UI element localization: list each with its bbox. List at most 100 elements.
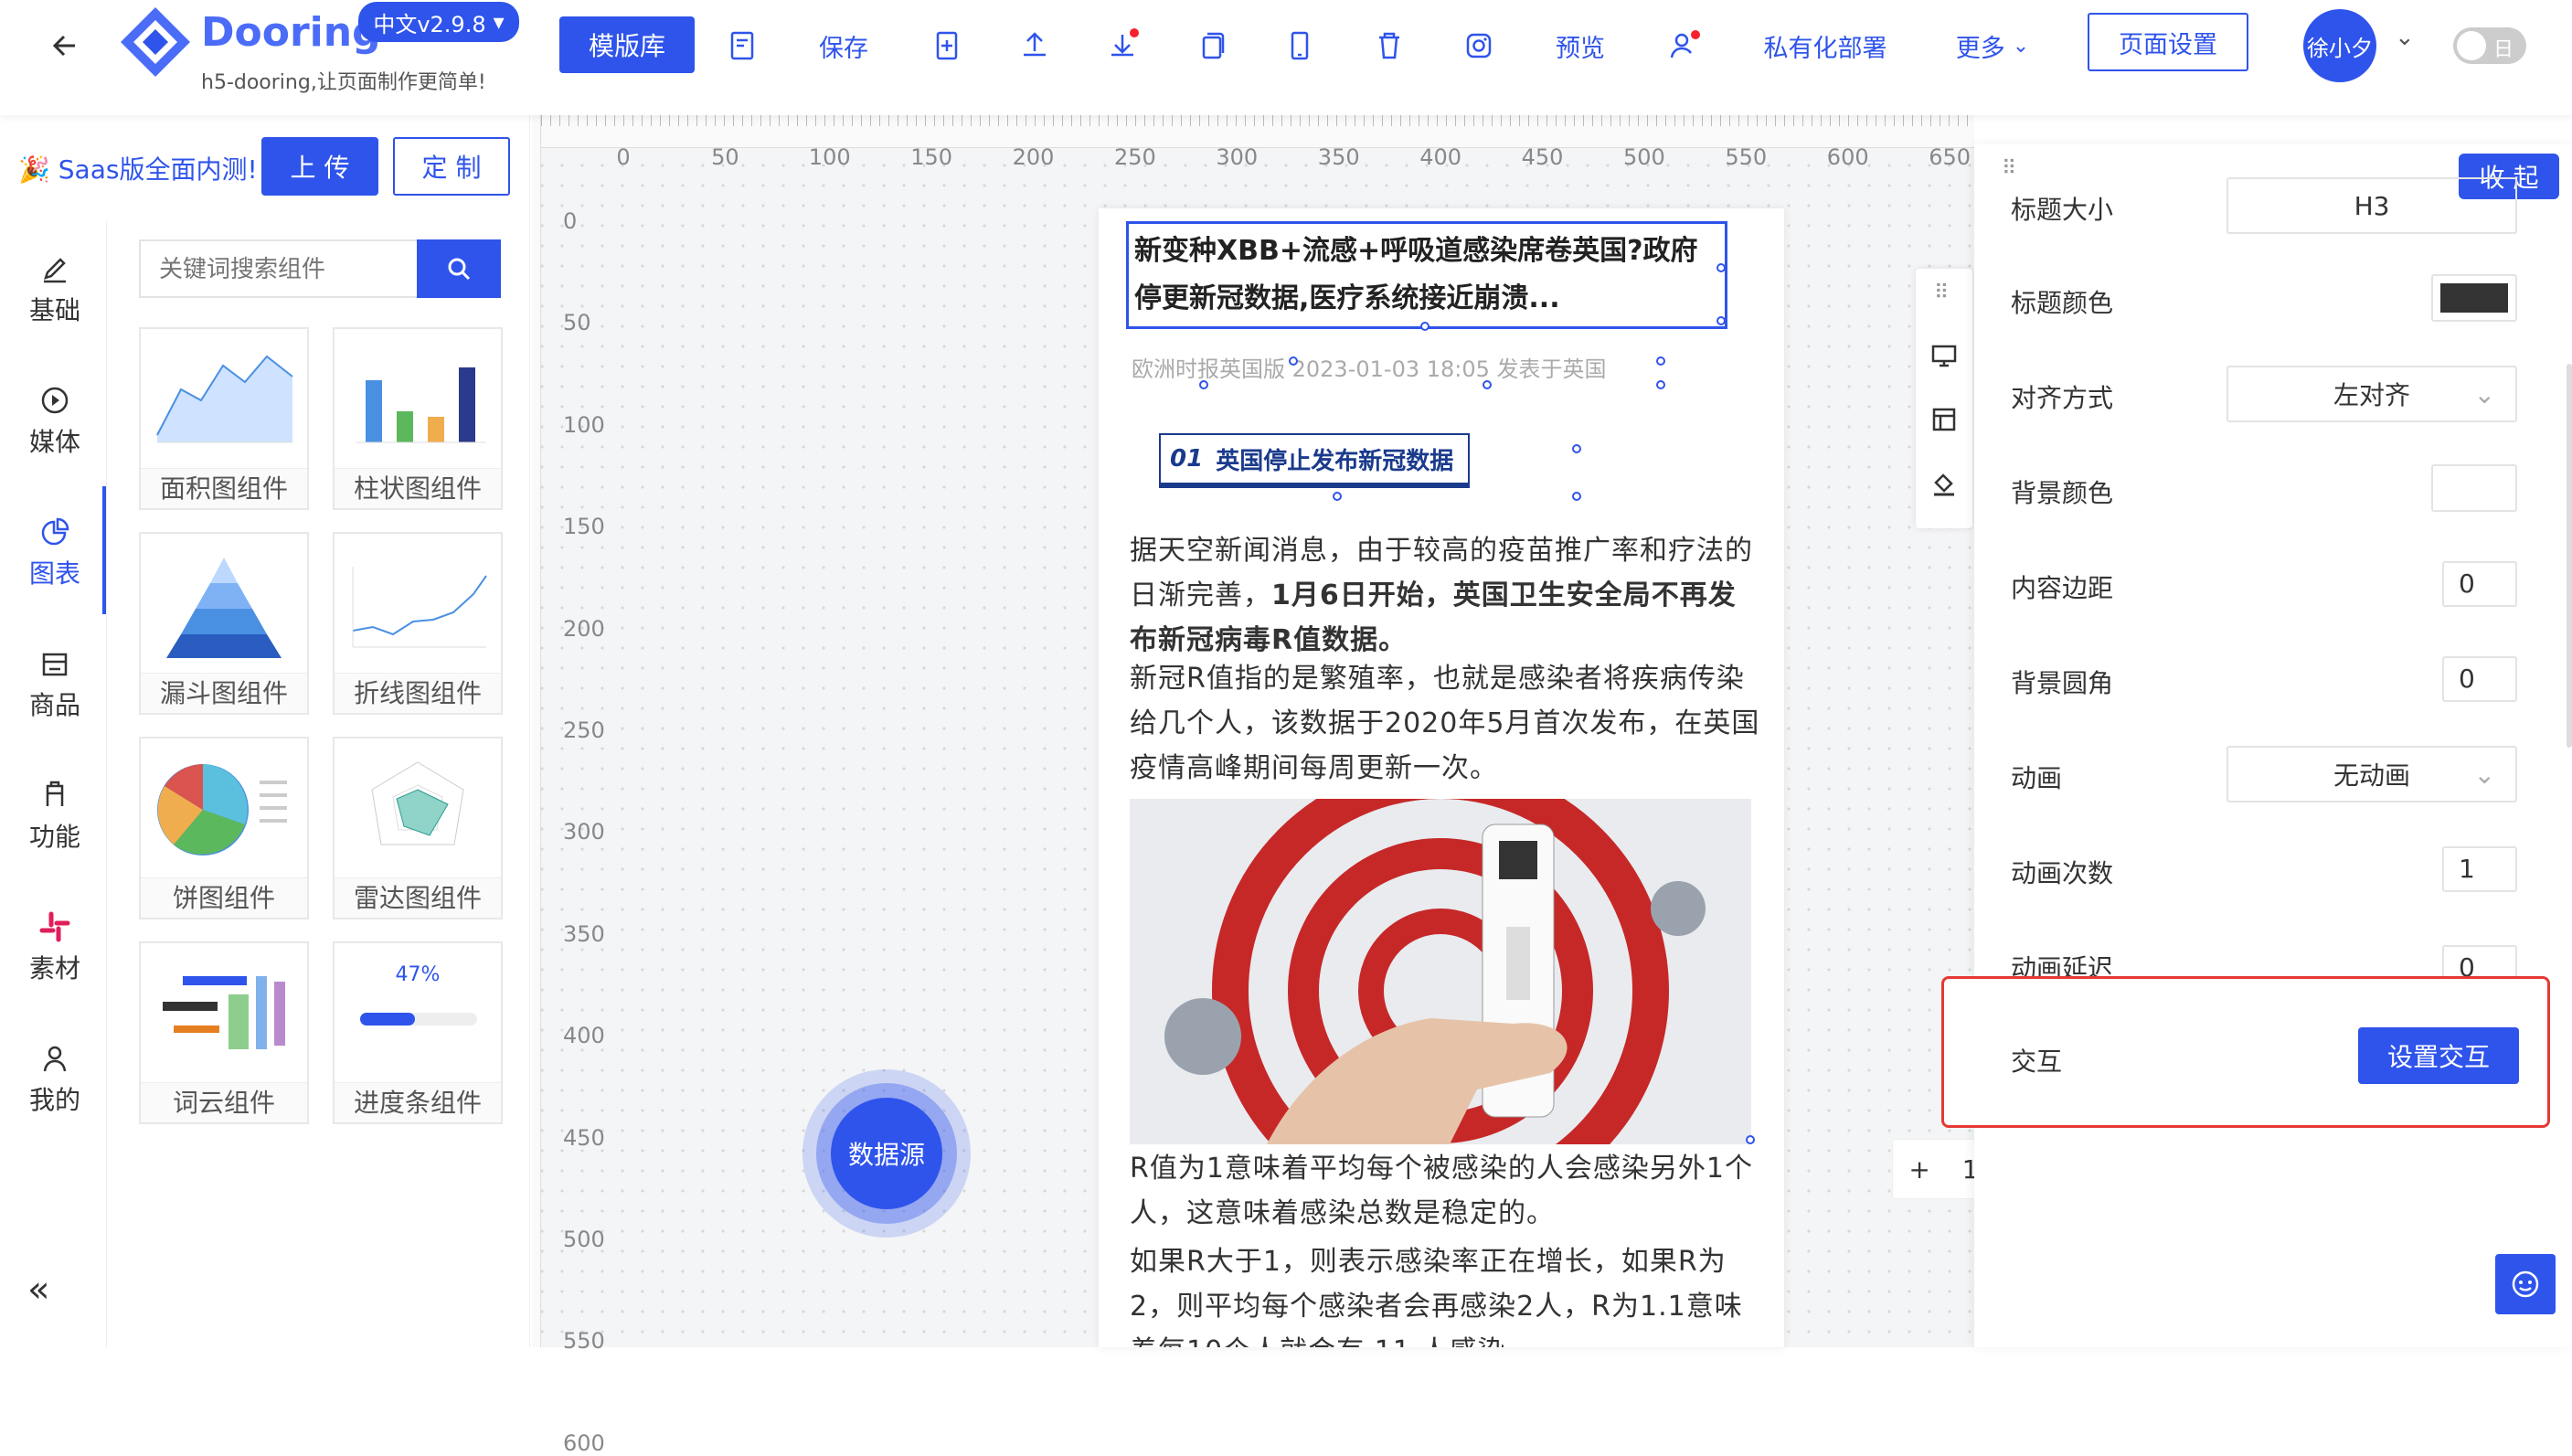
sidebar-item-function[interactable]: 功能 [13,779,97,888]
sidebar-label: 我的 [28,1085,80,1115]
file-code-icon[interactable] [724,27,760,64]
component-card-line-chart[interactable]: 折线图组件 [333,532,503,715]
sidebar-item-mine[interactable]: 我的 [13,1042,97,1152]
user-avatar[interactable]: 徐小夕 [2303,9,2376,82]
copy-icon[interactable] [1194,27,1230,64]
animation-label: 动画 [2011,763,2063,793]
ruler-tick-label: 50 [711,144,739,170]
save-button[interactable]: 保存 [812,24,876,68]
align-select[interactable]: 左对齐 ⌄ [2227,366,2517,422]
more-menu[interactable]: 更多 ⌄ [1947,24,2038,68]
component-card-bar-chart[interactable]: 柱状图组件 [333,327,503,510]
line-chart-preview [352,567,487,648]
scrollbar[interactable] [2567,364,2572,748]
component-card-area-chart[interactable]: 面积图组件 [139,327,309,510]
private-deploy-button[interactable]: 私有化部署 [1757,24,1894,68]
zoom-in-button[interactable]: + [1908,1154,1929,1185]
test-kit-image[interactable] [1130,799,1751,1144]
sidebar-label: 商品 [28,690,80,720]
ruler-tick-label: 300 [563,819,605,845]
ruler-tick-label: 450 [1521,144,1564,170]
slogan: h5-dooring,让页面制作更简单! [201,71,486,94]
file-add-icon[interactable] [929,27,965,64]
ruler-tick-label: 200 [1012,144,1055,170]
version-badge[interactable]: 中文v2.9.8 ▾ [358,2,519,42]
ruler-tick-label: 100 [808,144,851,170]
bg-color-swatch[interactable] [2431,464,2517,512]
component-label: 词云组件 [141,1082,307,1122]
paint-bucket-icon[interactable] [1930,470,1958,497]
sidebar-item-product[interactable]: 商品 [13,647,97,757]
anim-count-label: 动画次数 [2011,858,2114,888]
upload-icon[interactable] [1016,27,1053,64]
article-title-selected[interactable]: 新变种XBB+流感+呼吸道感染席卷英国?政府停更新冠数据,医疗系统接近崩溃... [1126,221,1727,329]
chevron-down-icon: ⌄ [2473,378,2495,409]
h5-page-preview[interactable]: 新变种XBB+流感+呼吸道感染席卷英国?政府停更新冠数据,医疗系统接近崩溃...… [1099,208,1784,1347]
resize-handle[interactable] [1716,316,1726,325]
title-size-select[interactable]: H3 [2227,177,2517,234]
layout-icon[interactable] [1930,406,1958,433]
search-input[interactable] [139,239,417,298]
resize-handle[interactable] [1716,263,1726,272]
ruler-tick-label: 500 [563,1227,605,1252]
component-card-word-cloud[interactable]: 词云组件 [139,941,309,1124]
component-label: 进度条组件 [335,1082,501,1122]
user-add-icon[interactable] [1665,27,1702,64]
upload-button[interactable]: 上 传 [261,137,378,196]
sidebar-item-chart[interactable]: 图表 [13,515,97,625]
instagram-icon[interactable] [1461,27,1497,64]
component-card-pie-chart[interactable]: 饼图组件 [139,737,309,919]
component-card-radar-chart[interactable]: 雷达图组件 [333,737,503,919]
bg-color-label: 背景颜色 [2011,478,2114,508]
radar-chart-preview [371,761,464,845]
page-settings-button[interactable]: 页面设置 [2088,13,2248,71]
ruler-tick-label: 250 [1114,144,1156,170]
more-label: 更多 [1955,34,2005,63]
section-title: 英国停止发布新冠数据 [1216,447,1454,475]
padding-input[interactable]: 0 [2442,561,2517,607]
component-card-progress[interactable]: 47% 进度条组件 [333,941,503,1124]
user-chevron-down-icon[interactable]: ⌄ [2395,24,2415,51]
template-library-button[interactable]: 模版库 [559,16,695,73]
animation-select[interactable]: 无动画 ⌄ [2227,746,2517,802]
panel-drag-handle-icon[interactable]: ⠿ [2002,157,2016,180]
title-color-swatch[interactable] [2431,274,2517,322]
play-icon [41,387,69,414]
promo-text: 🎉 Saas版全面内测! [18,154,258,185]
drag-handle-icon[interactable]: ⠿ [1934,282,1949,304]
sidebar-item-material[interactable]: 素材 [13,910,97,1020]
desktop-icon[interactable] [1930,342,1958,369]
sidebar-item-basic[interactable]: 基础 [13,252,97,362]
sidebar-item-media[interactable]: 媒体 [13,384,97,494]
mobile-icon[interactable] [1281,27,1318,64]
sidebar-label: 媒体 [28,427,80,457]
chevron-down-icon: ⌄ [2473,759,2495,790]
download-icon[interactable] [1104,27,1141,64]
theme-toggle[interactable]: 日 [2453,27,2526,64]
search-button[interactable] [417,239,501,298]
datasource-button[interactable]: 数据源 [802,1069,971,1238]
caret-down-icon: ▾ [493,9,505,35]
set-interaction-button[interactable]: 设置交互 [2358,1027,2519,1084]
ruler-tick-label: 550 [563,1328,605,1355]
customize-button[interactable]: 定 制 [393,137,510,196]
anim-count-input[interactable]: 1 [2442,846,2517,892]
resize-handle[interactable] [1420,322,1429,331]
help-bot-icon[interactable] [2495,1254,2556,1314]
datasource-inner: 数据源 [816,1083,957,1224]
collapse-sidebar-icon[interactable]: « [27,1269,49,1311]
ruler-tick-label: 600 [563,1429,605,1456]
align-value: 左对齐 [2333,380,2410,410]
delete-icon[interactable] [1371,27,1408,64]
ruler-tick-label: 300 [1216,144,1259,170]
ruler-tick-label: 350 [563,920,605,947]
article-title: 新变种XBB+流感+呼吸道感染席卷英国?政府停更新冠数据,医疗系统接近崩溃... [1134,235,1698,314]
radius-input[interactable]: 0 [2442,656,2517,702]
ruler-tick-label: 600 [1826,144,1869,170]
preview-button[interactable]: 预览 [1548,24,1612,68]
back-arrow-icon[interactable] [48,27,84,64]
progress-track [360,1013,477,1026]
ruler-tick-label: 400 [563,1023,605,1049]
component-card-funnel-chart[interactable]: 漏斗图组件 [139,532,309,715]
section-heading[interactable]: 01 英国停止发布新冠数据 [1159,433,1470,488]
